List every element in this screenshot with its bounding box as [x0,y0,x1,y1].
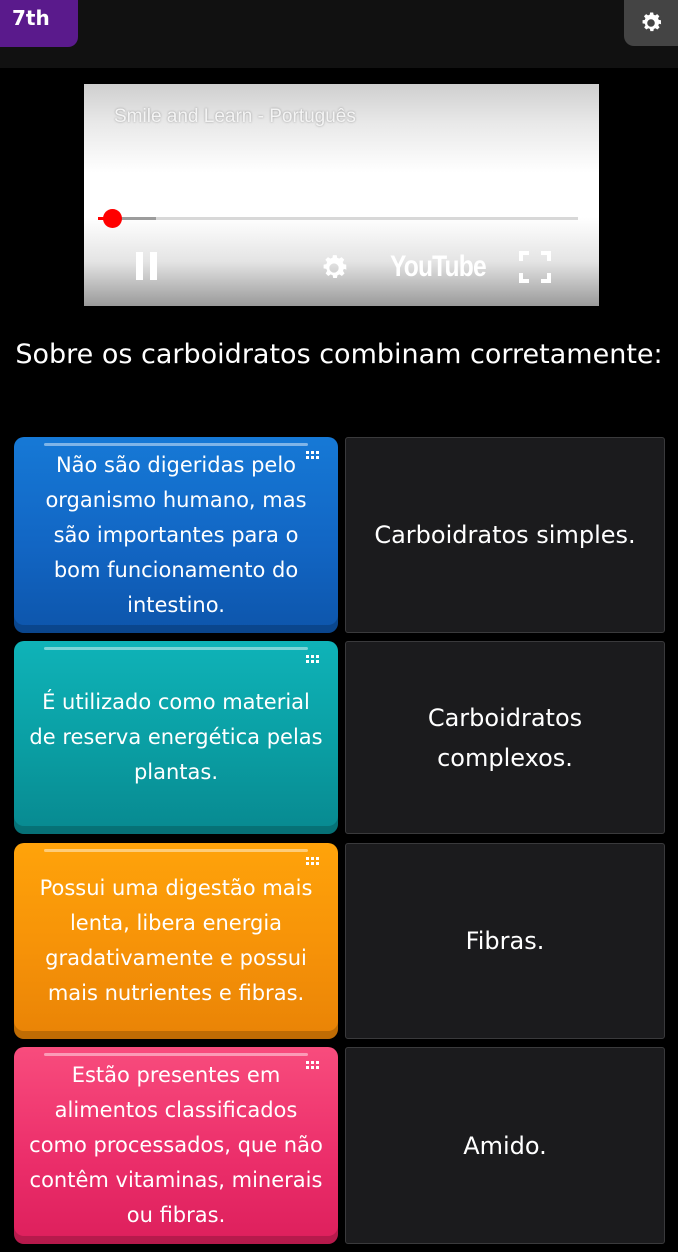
pause-icon[interactable] [136,252,160,280]
match-target-label: Carboidratos complexos. [427,703,583,772]
video-channel-name[interactable]: Smile and Learn - Português [114,106,356,128]
question-prompt: Sobre os carboidratos combinam corretame… [15,339,663,370]
youtube-logo[interactable]: YouTube [390,250,487,284]
draggable-card-4[interactable]: Estão presentes em alimentos classificad… [14,1047,338,1244]
match-target-label: Amido. [463,1131,547,1160]
match-target-label: Carboidratos simples. [374,521,636,549]
drag-handle-icon[interactable] [306,655,320,667]
grade-badge[interactable]: 7th [0,0,78,47]
video-player[interactable]: Smile and Learn - Português YouTube [84,84,599,306]
card-text: Possui uma digestão mais lenta, libera e… [39,876,313,1005]
match-target-1[interactable]: Carboidratos simples. [345,437,665,633]
drag-handle-icon[interactable] [306,857,320,869]
top-bar: 7th [0,0,678,68]
settings-button[interactable] [624,0,678,46]
fullscreen-icon[interactable] [518,250,552,284]
gear-icon[interactable] [318,252,350,284]
card-text: Não são digeridas pelo organismo humano,… [45,452,307,617]
match-target-2[interactable]: Carboidratos complexos. [345,641,665,834]
match-target-4[interactable]: Amido. [345,1047,665,1244]
card-text: Estão presentes em alimentos classificad… [29,1063,323,1227]
draggable-card-1[interactable]: Não são digeridas pelo organismo humano,… [14,437,338,633]
match-target-label: Fibras. [465,927,545,955]
draggable-card-2[interactable]: É utilizado como material de reserva ene… [14,641,338,834]
draggable-card-3[interactable]: Possui uma digestão mais lenta, libera e… [14,843,338,1039]
video-scrubber-handle[interactable] [103,209,123,228]
gear-icon [642,12,662,32]
card-text: É utilizado como material de reserva ene… [29,690,323,784]
match-target-3[interactable]: Fibras. [345,843,665,1039]
video-progress-bar[interactable] [98,209,578,228]
